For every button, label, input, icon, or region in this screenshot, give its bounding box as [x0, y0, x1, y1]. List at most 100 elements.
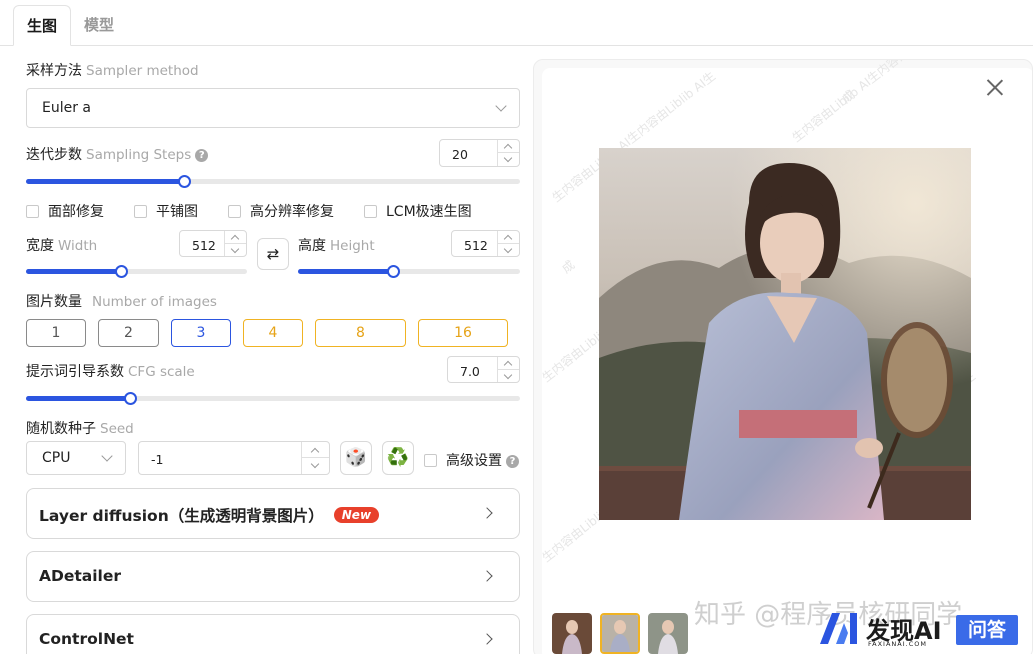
chevron-down-icon — [495, 100, 507, 112]
tab-generate[interactable]: 生图 — [13, 5, 71, 46]
width-slider[interactable] — [26, 265, 247, 278]
count-option-4[interactable]: 4 — [243, 319, 303, 347]
layer-diffusion-title: Layer diffusion（生成透明背景图片） New — [39, 504, 380, 526]
count-label: 图片数量 Number of images — [26, 291, 217, 311]
height-label: 高度 Height — [298, 235, 375, 255]
cfg-input[interactable]: 7.0 — [447, 356, 520, 383]
cfg-value: 7.0 — [460, 364, 480, 379]
controlnet-title: ControlNet — [39, 630, 134, 648]
height-label-cn: 高度 — [298, 238, 326, 254]
height-stepper — [497, 231, 519, 256]
height-slider-handle[interactable] — [387, 265, 401, 278]
new-badge: New — [333, 507, 380, 523]
cfg-label: 提示词引导系数 CFG scale — [26, 361, 195, 381]
cfg-slider-handle[interactable] — [123, 392, 137, 405]
increment-button[interactable] — [498, 231, 519, 244]
height-slider-fill — [298, 269, 394, 274]
seed-label: 随机数种子 Seed — [26, 418, 134, 438]
sampler-label-cn: 采样方法 — [26, 63, 82, 79]
height-label-en: Height — [330, 238, 375, 254]
decrement-button[interactable] — [225, 244, 246, 257]
layer-diffusion-title-en: Layer diffusion — [39, 507, 169, 525]
width-value: 512 — [192, 238, 216, 253]
random-seed-button[interactable]: 🎲 — [340, 441, 372, 475]
tab-bar: 生图 模型 — [0, 0, 1033, 46]
chevron-up-icon — [310, 447, 320, 457]
tiling-label: 平铺图 — [156, 204, 198, 220]
generated-image-art — [599, 148, 971, 520]
tiling-checkbox[interactable]: 平铺图 — [134, 201, 198, 221]
thumbnail-art — [552, 613, 592, 654]
help-icon[interactable]: ? — [195, 149, 209, 162]
chevron-down-icon — [230, 244, 240, 253]
sampler-select[interactable]: Euler a — [26, 88, 520, 128]
chevron-right-icon — [481, 570, 493, 582]
checkbox-box[interactable] — [424, 454, 437, 467]
count-option-2[interactable]: 2 — [98, 319, 159, 347]
chevron-up-icon — [230, 234, 240, 244]
steps-label-cn: 迭代步数 — [26, 147, 82, 163]
cfg-slider[interactable] — [26, 392, 520, 405]
adetailer-panel[interactable]: ADetailer — [26, 551, 520, 602]
layer-diffusion-panel[interactable]: Layer diffusion（生成透明背景图片） New — [26, 488, 520, 539]
help-icon[interactable]: ? — [506, 455, 519, 468]
watermark-text: 生内容由Liblib AI生内容由Liblib AI生 — [789, 59, 959, 145]
seed-input[interactable]: -1 — [138, 441, 330, 475]
width-label-en: Width — [58, 238, 98, 254]
chevron-down-icon — [503, 244, 513, 253]
count-option-8[interactable]: 8 — [315, 319, 406, 347]
device-value: CPU — [42, 450, 71, 466]
hires-fix-checkbox[interactable]: 高分辨率修复 — [228, 201, 334, 221]
width-slider-handle[interactable] — [115, 265, 129, 278]
device-select[interactable]: CPU — [26, 441, 126, 475]
cfg-stepper — [497, 357, 519, 382]
width-input[interactable]: 512 — [179, 230, 247, 257]
count-option-3[interactable]: 3 — [171, 319, 231, 347]
steps-label-en: Sampling Steps — [86, 147, 192, 163]
decrement-button[interactable] — [302, 458, 329, 474]
thumbnail-image-selected[interactable] — [600, 613, 640, 654]
decrement-button[interactable] — [498, 244, 519, 257]
generated-image[interactable] — [599, 148, 971, 520]
thumbnail-image[interactable] — [552, 613, 592, 654]
height-slider[interactable] — [298, 265, 520, 278]
checkbox-box[interactable] — [364, 205, 377, 218]
steps-input[interactable]: 20 — [439, 139, 520, 167]
hires-fix-label: 高分辨率修复 — [250, 204, 334, 220]
count-option-16[interactable]: 16 — [418, 319, 508, 347]
checkbox-box[interactable] — [228, 205, 241, 218]
close-icon[interactable] — [985, 77, 1005, 97]
decrement-button[interactable] — [498, 370, 519, 383]
increment-button[interactable] — [302, 442, 329, 458]
decrement-button[interactable] — [498, 153, 519, 166]
advanced-settings-checkbox[interactable]: 高级设置? — [424, 450, 519, 470]
width-label-cn: 宽度 — [26, 238, 54, 254]
steps-stepper — [497, 140, 519, 166]
steps-slider[interactable] — [26, 175, 520, 188]
reuse-seed-button[interactable]: ♻️ — [382, 441, 414, 475]
increment-button[interactable] — [498, 357, 519, 370]
swap-dimensions-button[interactable]: ⇄ — [257, 238, 289, 270]
increment-button[interactable] — [498, 140, 519, 153]
height-value: 512 — [464, 238, 488, 253]
lcm-checkbox[interactable]: LCM极速生图 — [364, 201, 472, 221]
sampler-label: 采样方法 Sampler method — [26, 60, 199, 80]
chevron-up-icon — [503, 360, 513, 370]
count-option-1[interactable]: 1 — [26, 319, 86, 347]
lcm-label: LCM极速生图 — [386, 204, 472, 220]
checkbox-box[interactable] — [134, 205, 147, 218]
controlnet-panel[interactable]: ControlNet — [26, 614, 520, 654]
adetailer-title: ADetailer — [39, 567, 122, 585]
sampler-label-en: Sampler method — [86, 63, 199, 79]
face-restore-checkbox[interactable]: 面部修复 — [26, 201, 104, 221]
brand-url: FAXIANAI.COM — [868, 640, 927, 648]
height-input[interactable]: 512 — [451, 230, 520, 257]
app-root: 生图 模型 采样方法 Sampler method Euler a 迭代步数 Sam… — [0, 0, 1033, 654]
thumbnail-image[interactable] — [648, 613, 688, 654]
chevron-down-icon — [101, 450, 113, 462]
checkbox-box[interactable] — [26, 205, 39, 218]
steps-slider-handle[interactable] — [178, 175, 192, 188]
qa-badge: 问答 — [956, 615, 1018, 645]
increment-button[interactable] — [225, 231, 246, 244]
tab-model[interactable]: 模型 — [75, 5, 123, 46]
